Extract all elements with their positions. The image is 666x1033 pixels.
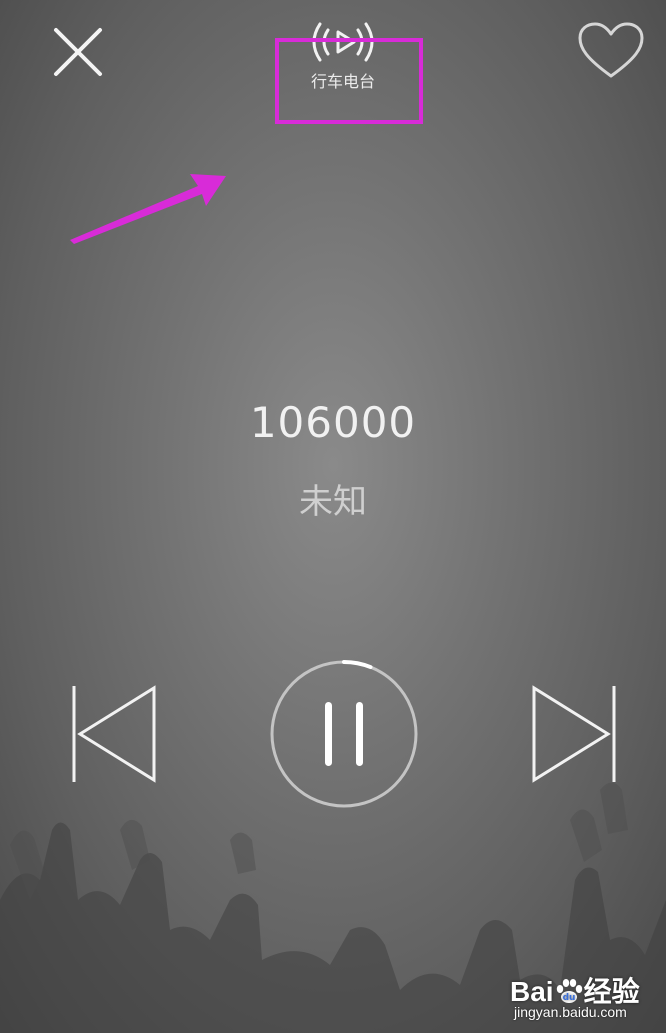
station-frequency: 106000 (249, 398, 417, 447)
skip-next-icon (532, 685, 616, 783)
skip-previous-icon (72, 685, 156, 783)
close-icon (54, 28, 102, 76)
annotation-highlight-box (275, 38, 423, 124)
next-station-button[interactable] (524, 682, 624, 786)
previous-station-button[interactable] (64, 682, 164, 786)
baidu-jingyan-watermark: Bai du 经验 jingyan.baidu.com (500, 958, 650, 1026)
station-name: 未知 (299, 482, 367, 522)
svg-text:du: du (562, 993, 575, 1003)
favorite-button[interactable] (576, 20, 646, 82)
watermark-url: jingyan.baidu.com (514, 1004, 627, 1020)
baidu-paw-icon: du (556, 979, 582, 1003)
pause-button[interactable] (268, 658, 420, 810)
pause-icon (270, 660, 418, 808)
close-button[interactable] (50, 24, 106, 80)
heart-icon (578, 22, 644, 78)
player-screen: 行车电台 106000 未知 Bai du 经验 jingyan.baidu.c… (0, 0, 666, 1033)
annotation-arrow-icon (70, 174, 226, 244)
